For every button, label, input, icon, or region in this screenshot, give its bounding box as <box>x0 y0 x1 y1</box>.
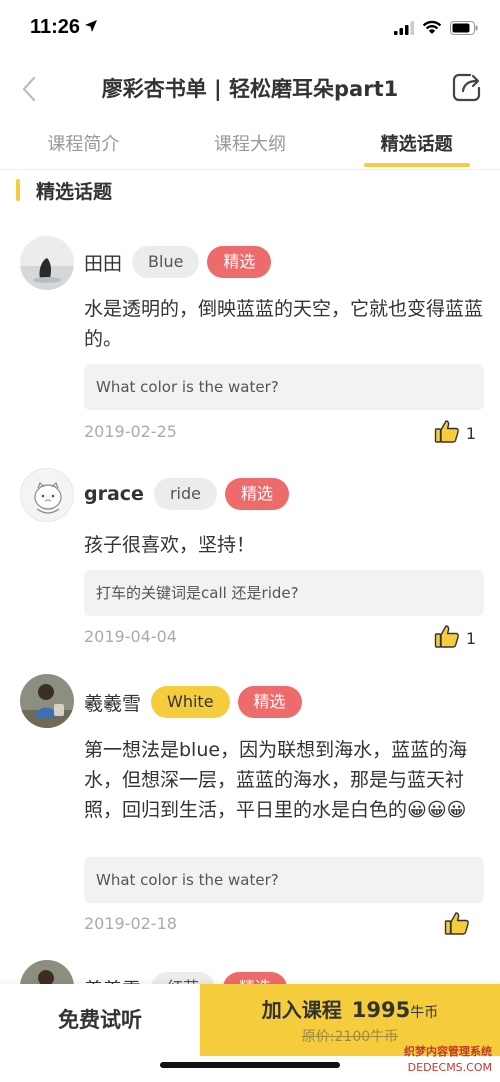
like-button[interactable]: 1 <box>434 418 476 448</box>
featured-badge: 精选 <box>237 686 302 718</box>
post-date: 2019-02-18 <box>84 914 177 933</box>
original-price: 原价:2100牛币 <box>301 1029 399 1045</box>
post-text: 水是透明的，倒映蓝蓝的天空，它就也变得蓝蓝的。 <box>84 298 484 350</box>
like-count: 1 <box>465 628 476 648</box>
post-header: grace ride 精选 <box>84 478 289 510</box>
post-header: 田田 Blue 精选 <box>84 246 272 278</box>
thumbs-up-icon <box>444 910 470 940</box>
emoji-row: 😀😀😀 <box>407 799 467 821</box>
app-screen: 11:26 廖彩杏书单 | 轻松磨耳朵part1 课程简介 课程大纲 精选话题 … <box>0 0 500 1082</box>
avatar[interactable] <box>20 468 74 522</box>
answer-tag: ride <box>153 478 217 510</box>
answer-tag: White <box>151 686 230 718</box>
join-course-label-row: 加入课程 1995牛币 <box>200 994 500 1023</box>
featured-badge: 精选 <box>224 478 289 510</box>
nav-header: 廖彩杏书单 | 轻松磨耳朵part1 <box>0 62 500 114</box>
post-date: 2019-02-25 <box>84 422 177 441</box>
section-heading: 精选话题 <box>16 176 112 204</box>
tab-course-outline[interactable]: 课程大纲 <box>167 118 334 169</box>
home-indicator <box>160 1062 340 1068</box>
bottom-action-bar: 免费试听 加入课程 1995牛币 原价:2100牛币 织梦内容管理系统 DEDEC… <box>0 984 500 1082</box>
like-button[interactable]: 1 <box>434 623 476 653</box>
user-name[interactable]: 田田 <box>84 249 122 276</box>
status-bar: 11:26 <box>0 0 500 60</box>
watermark-line2: DEDECMS.COM <box>407 1061 492 1074</box>
page-title: 廖彩杏书单 | 轻松磨耳朵part1 <box>101 77 399 101</box>
status-indicators <box>394 20 478 39</box>
price-unit: 牛币 <box>410 1005 439 1021</box>
user-name[interactable]: 羲羲雪 <box>84 689 141 716</box>
like-button[interactable] <box>444 910 476 940</box>
course-price: 1995 <box>351 998 411 1022</box>
thumbs-up-icon <box>434 623 460 653</box>
section-title: 精选话题 <box>36 180 113 203</box>
watermark: 织梦内容管理系统 DEDECMS.COM <box>404 1044 492 1076</box>
free-listen-button[interactable]: 免费试听 <box>0 984 200 1056</box>
share-icon[interactable] <box>450 70 484 104</box>
user-name[interactable]: grace <box>84 483 144 505</box>
post-date: 2019-04-04 <box>84 627 177 646</box>
section-accent-bar <box>16 179 20 201</box>
answer-tag: Blue <box>132 246 200 278</box>
avatar[interactable] <box>20 674 74 728</box>
tab-bar: 课程简介 课程大纲 精选话题 <box>0 118 500 170</box>
battery-icon <box>450 20 478 39</box>
wifi-icon <box>422 20 442 39</box>
like-count: 1 <box>465 423 476 443</box>
post-text: 孩子很喜欢，坚持！ <box>84 534 256 556</box>
thumbs-up-icon <box>434 418 460 448</box>
watermark-line1: 织梦内容管理系统 <box>404 1045 492 1058</box>
post-text: 第一想法是blue，因为联想到海水，蓝蓝的海水，但想深一层，蓝蓝的海水，那是与蓝… <box>84 735 484 825</box>
question-box[interactable]: 打车的关键词是call 还是ride? <box>84 570 484 616</box>
post-header: 羲羲雪 White 精选 <box>84 686 302 718</box>
join-course-label: 加入课程 <box>261 998 342 1022</box>
status-time: 11:26 <box>30 16 81 38</box>
signal-icon <box>394 20 414 39</box>
location-arrow-icon <box>84 18 98 37</box>
question-box[interactable]: What color is the water? <box>84 857 484 903</box>
tab-course-intro[interactable]: 课程简介 <box>0 118 167 169</box>
tab-featured-topics[interactable]: 精选话题 <box>333 118 500 169</box>
avatar[interactable] <box>20 236 74 290</box>
question-box[interactable]: What color is the water? <box>84 364 484 410</box>
back-chevron-icon[interactable] <box>18 74 44 104</box>
featured-badge: 精选 <box>207 246 272 278</box>
